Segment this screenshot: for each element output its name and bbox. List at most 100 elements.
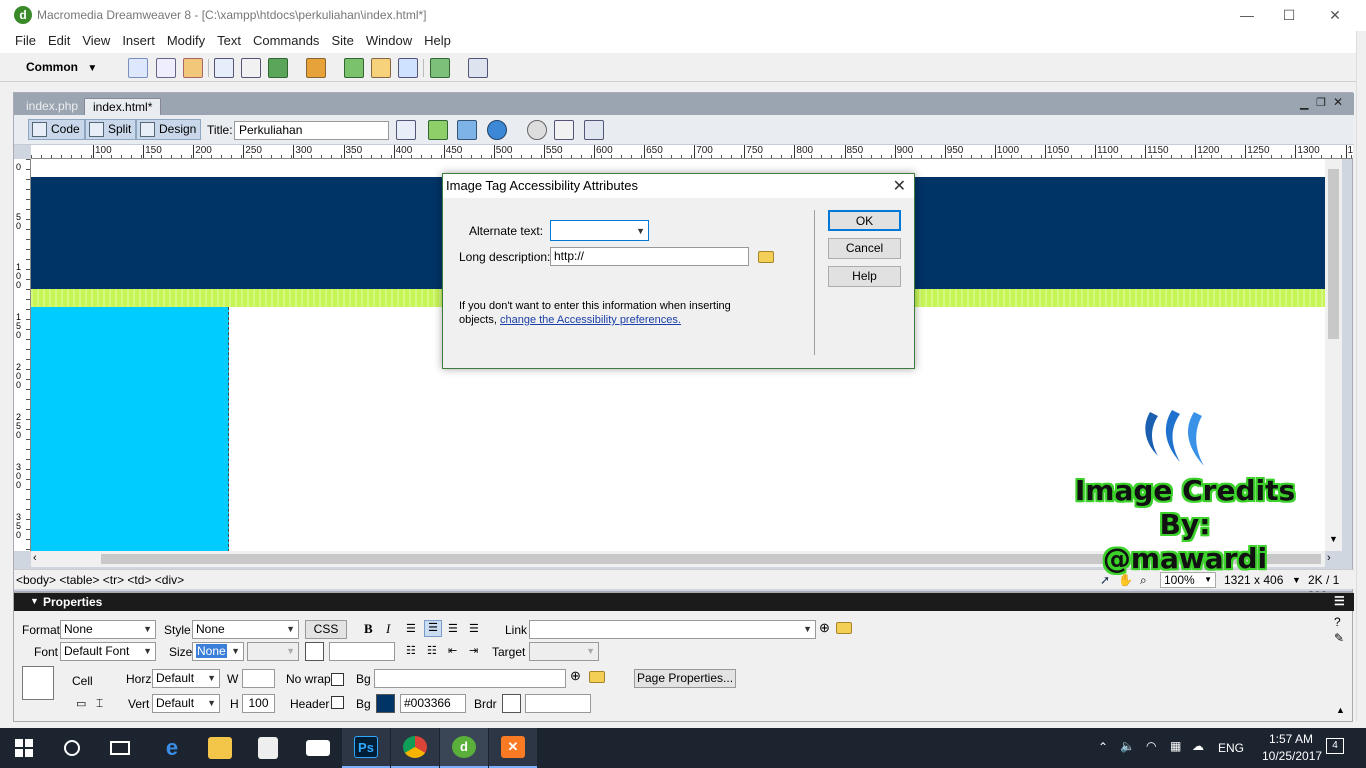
doc-restore-icon[interactable]: ❐ [1316, 96, 1326, 109]
text-color-input[interactable] [329, 642, 395, 661]
show-hidden-icons[interactable]: ⌃ [1098, 740, 1108, 754]
help-icon[interactable]: ? [1334, 615, 1341, 629]
network-icon[interactable]: ▦ [1170, 739, 1181, 753]
menu-view[interactable]: View [76, 31, 116, 53]
taskbar-app-dreamweaver[interactable]: d [440, 728, 488, 768]
panel-options-icon[interactable]: ☰ [1334, 594, 1345, 608]
taskbar-app-store[interactable] [244, 728, 292, 768]
menu-site[interactable]: Site [325, 31, 359, 53]
table-icon[interactable] [214, 58, 234, 78]
italic-icon[interactable]: I [386, 621, 390, 637]
align-right-icon[interactable]: ☰ [448, 622, 458, 635]
indent-icon[interactable]: ⇥ [469, 644, 478, 657]
border-color-input[interactable] [525, 694, 591, 713]
bg-point-to-file-icon[interactable]: ⊕ [570, 668, 581, 684]
scroll-down-icon[interactable]: ▼ [1329, 534, 1338, 544]
ordered-list-icon[interactable]: ☷ [427, 644, 437, 657]
media-icon[interactable] [306, 58, 326, 78]
window-size-dropdown-icon[interactable]: ▼ [1292, 575, 1301, 585]
tab-index-php[interactable]: index.php [18, 98, 86, 115]
border-color-swatch[interactable] [502, 694, 521, 713]
css-button[interactable]: CSS [305, 620, 347, 639]
doc-close-icon[interactable]: ✕ [1333, 95, 1343, 109]
tag-selector[interactable]: <body> <table> <tr> <td> <div> [16, 573, 184, 587]
volume-icon[interactable]: 🔈 [1120, 739, 1135, 753]
expand-properties-icon[interactable]: ▲ [1336, 705, 1345, 715]
bold-icon[interactable]: B [364, 621, 373, 637]
merge-cells-icon[interactable]: ▭ [76, 697, 86, 710]
bg-image-input[interactable] [374, 669, 566, 688]
browser-check-icon[interactable] [428, 120, 448, 140]
tab-index-html[interactable]: index.html* [84, 98, 162, 115]
taskbar-app-photoshop[interactable]: Ps [342, 728, 390, 768]
refresh-icon[interactable] [527, 120, 547, 140]
nowrap-checkbox[interactable] [331, 673, 344, 686]
vert-select[interactable]: Default ▼ [152, 694, 220, 713]
alternate-text-input[interactable]: ▼ [550, 220, 649, 241]
justify-icon[interactable]: ☰ [469, 622, 479, 635]
taskbar-app-xampp[interactable]: ✕ [489, 728, 537, 768]
view-options-icon[interactable] [554, 120, 574, 140]
page-properties-button[interactable]: Page Properties... [634, 669, 736, 688]
document-title-input[interactable]: Perkuliahan [234, 121, 389, 140]
maximize-button[interactable]: ☐ [1266, 0, 1312, 31]
clock[interactable]: 1:57 AM 10/25/2017 [1262, 732, 1322, 763]
accessibility-preferences-link[interactable]: change the Accessibility preferences. [500, 314, 681, 326]
comment-icon[interactable] [398, 58, 418, 78]
text-color-swatch[interactable] [305, 642, 324, 661]
wifi-icon[interactable]: ◠ [1146, 739, 1156, 753]
validate-markup-icon[interactable] [396, 120, 416, 140]
browse-folder-icon[interactable] [758, 251, 774, 263]
scroll-left-icon[interactable]: ‹ [33, 552, 37, 564]
scroll-right-icon[interactable]: › [1327, 552, 1331, 564]
search-button[interactable] [48, 728, 96, 768]
hyperlink-icon[interactable] [128, 58, 148, 78]
align-left-icon[interactable]: ☰ [406, 622, 416, 635]
file-management-icon[interactable] [457, 120, 477, 140]
link-input[interactable]: ▼ [529, 620, 816, 639]
email-link-icon[interactable] [156, 58, 176, 78]
image-icon[interactable] [268, 58, 288, 78]
ok-button[interactable]: OK [828, 210, 901, 231]
date-icon[interactable] [344, 58, 364, 78]
taskbar-app-mail[interactable] [294, 728, 342, 768]
code-view-button[interactable]: Code [28, 119, 85, 140]
canvas-vertical-scrollbar[interactable]: ▼ [1325, 159, 1342, 551]
font-select[interactable]: Default Font ▼ [60, 642, 156, 661]
layer-icon[interactable] [241, 58, 261, 78]
templates-icon[interactable] [430, 58, 450, 78]
menu-insert[interactable]: Insert [116, 31, 161, 53]
onedrive-icon[interactable]: ☁ [1192, 739, 1204, 753]
quick-tag-editor-icon[interactable]: ✎ [1334, 631, 1344, 645]
workspace-scrollbar[interactable] [1356, 31, 1366, 721]
collapse-arrow-icon[interactable]: ▼ [30, 596, 39, 606]
menu-commands[interactable]: Commands [247, 31, 325, 53]
size-unit-select[interactable]: ▼ [247, 642, 299, 661]
visual-aids-icon[interactable] [584, 120, 604, 140]
dialog-close-icon[interactable]: ✕ [893, 176, 906, 196]
taskbar-app-file-explorer[interactable] [196, 728, 244, 768]
taskbar-app-edge[interactable]: e [148, 728, 196, 768]
action-center-icon[interactable]: 4 [1326, 738, 1344, 754]
target-select[interactable]: ▼ [529, 642, 599, 661]
style-select[interactable]: None ▼ [192, 620, 299, 639]
height-input[interactable]: 100 [242, 694, 275, 713]
sidebar-cell[interactable] [31, 307, 229, 551]
folder-icon[interactable] [836, 622, 852, 634]
split-view-button[interactable]: Split [85, 119, 137, 140]
help-button[interactable]: Help [828, 266, 901, 287]
menu-help[interactable]: Help [418, 31, 457, 53]
split-cell-icon[interactable]: ⌶ [96, 696, 103, 711]
bg-color-swatch[interactable] [376, 694, 395, 713]
close-button[interactable]: ✕ [1312, 0, 1358, 31]
doc-minimize-icon[interactable]: ▁ [1300, 97, 1308, 110]
start-button[interactable] [0, 728, 48, 768]
input-language[interactable]: ENG [1218, 741, 1244, 755]
menu-window[interactable]: Window [360, 31, 418, 53]
width-input[interactable] [242, 669, 275, 688]
menu-edit[interactable]: Edit [42, 31, 76, 53]
design-view-button[interactable]: Design [136, 119, 202, 140]
minimize-button[interactable]: — [1224, 0, 1270, 31]
bg-color-input[interactable]: #003366 [400, 694, 466, 713]
tag-chooser-icon[interactable] [468, 58, 488, 78]
